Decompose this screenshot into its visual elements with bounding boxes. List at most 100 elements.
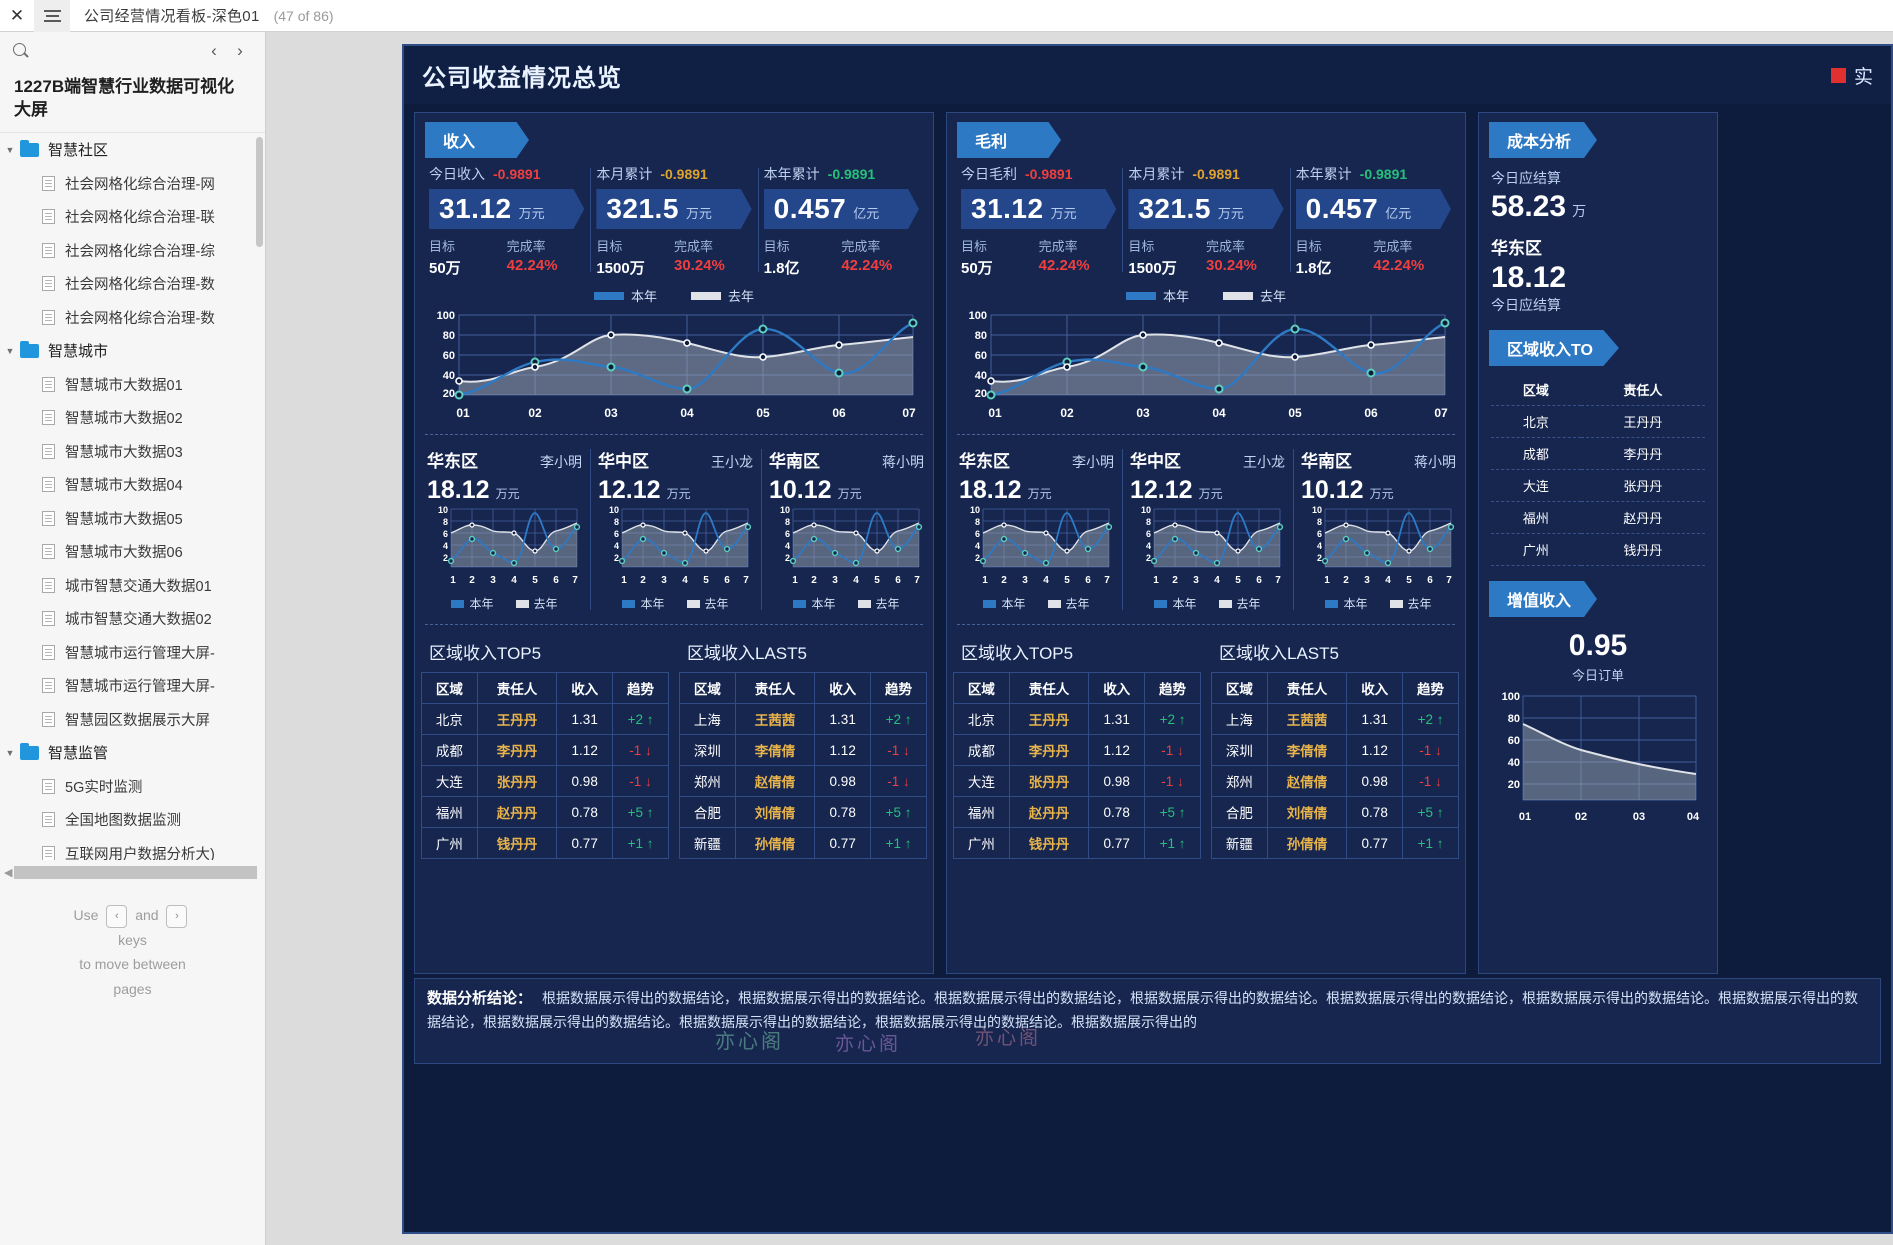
scroll-left-icon[interactable]: ◀	[4, 866, 12, 879]
svg-text:05: 05	[756, 406, 770, 420]
sidebar-group-smart-city[interactable]: ▼ 智慧城市	[0, 334, 265, 368]
sidebar-group-label: 智慧社区	[48, 142, 109, 160]
table-row: 郑州 赵倩倩 0.98 -1 ↓	[1211, 765, 1459, 797]
cell-person: 钱丹丹	[476, 827, 558, 859]
sidebar-item[interactable]: 智慧城市运行管理大屏-	[0, 635, 265, 669]
tree-scrollbar[interactable]	[256, 136, 263, 247]
sidebar-item[interactable]: 社会网格化综合治理-综	[0, 233, 265, 267]
sidebar-item[interactable]: 城市智慧交通大数据02	[0, 602, 265, 636]
region-unit: 万元	[1369, 487, 1394, 501]
legend-label-previous: 去年	[1407, 597, 1432, 611]
table-row: 福州 赵丹丹 0.78 +5 ↑	[953, 796, 1201, 828]
sidebar-item[interactable]: 智慧城市大数据05	[0, 501, 265, 535]
svg-text:40: 40	[443, 370, 455, 382]
sidebar-item-label: 智慧城市大数据03	[65, 444, 183, 461]
folder-icon	[20, 139, 39, 157]
folder-icon	[20, 742, 39, 760]
region-value: 10.12	[769, 476, 832, 504]
next-page-button[interactable]: ›	[227, 38, 253, 64]
sidebar-item[interactable]: 智慧城市大数据02	[0, 401, 265, 435]
svg-text:7: 7	[1275, 575, 1281, 586]
sidebar-item-label: 5G实时监测	[65, 779, 143, 796]
region-unit: 万元	[1027, 487, 1052, 501]
svg-text:6: 6	[553, 575, 559, 586]
document-icon	[42, 711, 55, 727]
sidebar-item-label: 社会网格化综合治理-数	[65, 310, 215, 327]
sidebar-item[interactable]: 城市智慧交通大数据01	[0, 568, 265, 602]
sidebar-item[interactable]: 互联网用户数据分析大)	[0, 836, 265, 860]
tab-gross-profit[interactable]: 毛利	[957, 122, 1061, 158]
section-divider	[957, 434, 1455, 435]
sidebar-item[interactable]: 智慧城市运行管理大屏-	[0, 669, 265, 703]
cost-mini-chart-block: 100 80 60 40 20 01 02 03 04	[1479, 684, 1717, 839]
svg-text:60: 60	[1508, 735, 1520, 747]
kpi-delta: -0.9891	[493, 166, 541, 182]
chevron-down-icon[interactable]: ▼	[0, 346, 20, 356]
sidebar-item[interactable]: 智慧城市大数据04	[0, 468, 265, 502]
close-icon[interactable]: ✕	[0, 0, 34, 32]
kpi-year-revenue: 本年累计 -0.9891 0.457 亿元 目标 1.8亿 完成率 42.24%	[757, 164, 925, 278]
kpi-target-caption: 目标	[961, 239, 988, 254]
legend-swatch-previous-icon	[1218, 599, 1232, 608]
sidebar-tree[interactable]: ▼ 智慧社区 社会网格化综合治理-网 社会网格化综合治理-联 社会网格化综合治理…	[0, 131, 265, 860]
kpi-label: 本月累计	[596, 166, 653, 182]
table-header-row: 区域 责任人	[1491, 374, 1705, 406]
tab-revenue[interactable]: 收入	[425, 122, 529, 158]
page-navigation-hint: Use ‹ and › keys to move between pages	[0, 883, 265, 1021]
sidebar-item[interactable]: 智慧园区数据展示大屏	[0, 702, 265, 736]
sidebar-item-label: 智慧城市大数据06	[65, 545, 183, 562]
cell-area: 福州	[421, 796, 478, 828]
region-card[interactable]: 华中区 王小龙 12.12 万元 10 8 6 4 2 1 2 3 4 5 6 …	[590, 443, 761, 616]
tab-added-value-income[interactable]: 增值收入	[1489, 581, 1598, 617]
sidebar-item[interactable]: 全国地图数据监测	[0, 803, 265, 837]
cell-area: 深圳	[1211, 734, 1268, 766]
cell-person: 孙倩倩	[1266, 827, 1348, 859]
kpi-target-caption: 目标	[429, 239, 456, 254]
table-row: 广州 钱丹丹	[1491, 533, 1705, 566]
region-card[interactable]: 华南区 蒋小明 10.12 万元 10 8 6 4 2 1 2 3 4 5 6 …	[1293, 443, 1464, 616]
svg-text:4: 4	[682, 575, 688, 586]
tab-region-income-top[interactable]: 区域收入TO	[1489, 330, 1619, 366]
sidebar-item[interactable]: 5G实时监测	[0, 769, 265, 803]
svg-text:6: 6	[785, 529, 790, 539]
search-icon[interactable]	[12, 42, 30, 60]
sidebar-item[interactable]: 社会网格化综合治理-网	[0, 166, 265, 200]
panel-cost-tab-ribbon: 成本分析	[1479, 113, 1717, 162]
svg-text:6: 6	[895, 575, 901, 586]
scroll-thumb[interactable]	[14, 865, 257, 879]
legend-label-current: 本年	[469, 597, 494, 611]
chevron-down-icon[interactable]: ▼	[0, 145, 20, 155]
kpi-value: 0.457	[773, 193, 847, 224]
region-card[interactable]: 华东区 李小明 18.12 万元 10 8 6 4 2 1 2 3 4 5 6 …	[419, 443, 590, 616]
region-card[interactable]: 华东区 李小明 18.12 万元 10 8 6 4 2 1 2 3 4 5 6 …	[951, 443, 1122, 616]
table-row: 成都 李丹丹	[1491, 437, 1705, 470]
sidebar-item[interactable]: 智慧城市大数据06	[0, 535, 265, 569]
tab-cost-analysis[interactable]: 成本分析	[1489, 122, 1598, 158]
sidebar-item[interactable]: 智慧城市大数据03	[0, 434, 265, 468]
chevron-down-icon[interactable]: ▼	[0, 748, 20, 758]
cell-income: 0.77	[556, 827, 614, 859]
sidebar-group-smart-supervision[interactable]: ▼ 智慧监管	[0, 736, 265, 770]
prev-page-button[interactable]: ‹	[201, 38, 227, 64]
tree-horizontal-scrollbar[interactable]: ◀	[0, 860, 265, 883]
region-card[interactable]: 华南区 蒋小明 10.12 万元 10 8 6 4 2 1 2 3 4 5 6 …	[761, 443, 932, 616]
region-name: 华东区	[959, 452, 1010, 471]
revenue-region-row: 华东区 李小明 18.12 万元 10 8 6 4 2 1 2 3 4 5 6 …	[415, 441, 933, 618]
sidebar-item-label: 城市智慧交通大数据02	[65, 612, 212, 629]
sidebar-item[interactable]: 智慧城市大数据01	[0, 367, 265, 401]
document-icon	[42, 678, 55, 694]
sidebar-item[interactable]: 社会网格化综合治理-联	[0, 200, 265, 234]
menu-icon[interactable]	[34, 0, 70, 32]
region-name: 华东区	[427, 452, 478, 471]
sidebar-item[interactable]: 社会网格化综合治理-数	[0, 267, 265, 301]
kpi-today-gross-profit: 今日毛利 -0.9891 31.12 万元 目标 50万 完成率 42.24%	[955, 164, 1122, 278]
region-card[interactable]: 华中区 王小龙 12.12 万元 10 8 6 4 2 1 2 3 4 5 6 …	[1122, 443, 1293, 616]
sidebar-group-smart-community[interactable]: ▼ 智慧社区	[0, 133, 265, 167]
sidebar-item-label: 社会网格化综合治理-网	[65, 176, 215, 193]
region-name: 华中区	[598, 452, 649, 471]
kpi-target-value: 50万	[961, 260, 993, 277]
svg-text:40: 40	[1508, 757, 1520, 769]
legend-swatch-current-icon	[451, 599, 465, 608]
svg-text:2: 2	[1317, 553, 1322, 563]
sidebar-item[interactable]: 社会网格化综合治理-数	[0, 300, 265, 334]
